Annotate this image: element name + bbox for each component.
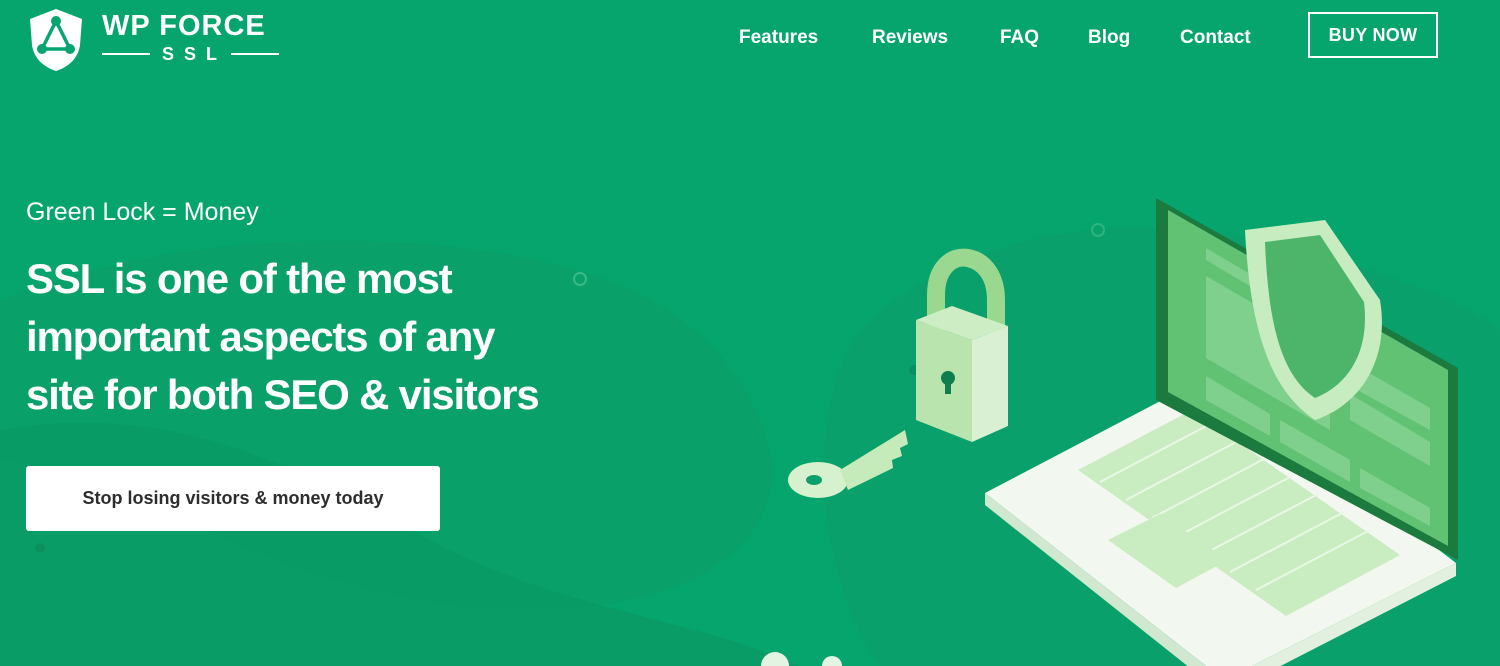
- hero-eyebrow: Green Lock = Money: [26, 198, 259, 226]
- headline-line: SSL is one of the most: [26, 255, 453, 302]
- nav-reviews[interactable]: Reviews: [872, 25, 948, 51]
- gear-icon: [761, 652, 842, 666]
- laptop-shield-icon: [985, 198, 1458, 666]
- site-header: WP FORCE SSL Features Reviews FAQ Blog C…: [0, 0, 1500, 80]
- nav-features[interactable]: Features: [739, 25, 818, 51]
- logo-shield-icon: [30, 9, 82, 71]
- hero-headline: SSL is one of the most important aspects…: [26, 250, 646, 424]
- key-icon: [788, 430, 908, 498]
- hero-illustration: [761, 198, 1458, 666]
- brand-logo[interactable]: WP FORCE SSL: [26, 6, 296, 74]
- padlock-icon: [916, 248, 1008, 442]
- headline-line: site for both SEO & visitors: [26, 371, 540, 418]
- nav-faq[interactable]: FAQ: [1000, 25, 1039, 51]
- headline-line: important aspects of any: [26, 313, 496, 360]
- nav-contact[interactable]: Contact: [1180, 25, 1251, 51]
- brand-sub: SSL: [162, 44, 228, 64]
- nav-blog[interactable]: Blog: [1088, 25, 1130, 51]
- brand-name: WP FORCE: [102, 10, 266, 42]
- logo-divider-left: [102, 53, 150, 55]
- logo-divider-right: [231, 53, 280, 55]
- cta-button[interactable]: Stop losing visitors & money today: [26, 466, 440, 531]
- buy-now-button[interactable]: BUY NOW: [1308, 12, 1438, 58]
